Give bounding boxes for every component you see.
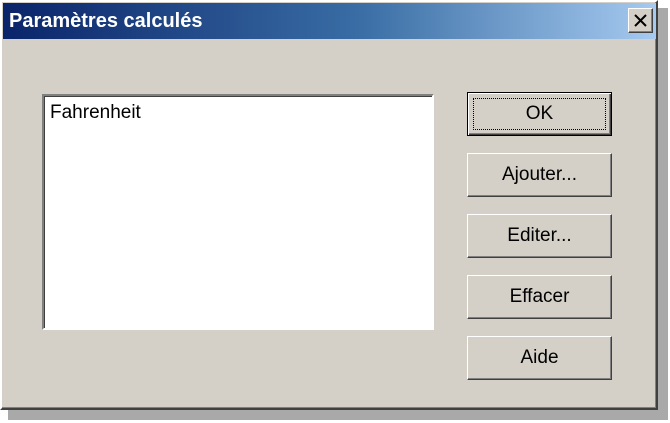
title-bar[interactable]: Paramètres calculés [3,3,656,39]
window-title: Paramètres calculés [9,10,203,32]
close-icon [634,14,647,27]
list-item-fahrenheit[interactable]: Fahrenheit [50,102,141,124]
add-button[interactable]: Ajouter... [467,153,612,197]
delete-button[interactable]: Effacer [467,275,612,319]
help-button[interactable]: Aide [467,336,612,380]
edit-button[interactable]: Editer... [467,214,612,258]
ok-button[interactable]: OK [467,92,612,136]
close-button[interactable] [628,8,653,33]
calculated-parameters-dialog: Paramètres calculés Fahrenheit OK Ajoute… [0,0,658,410]
parameters-listbox[interactable]: Fahrenheit [42,94,434,330]
